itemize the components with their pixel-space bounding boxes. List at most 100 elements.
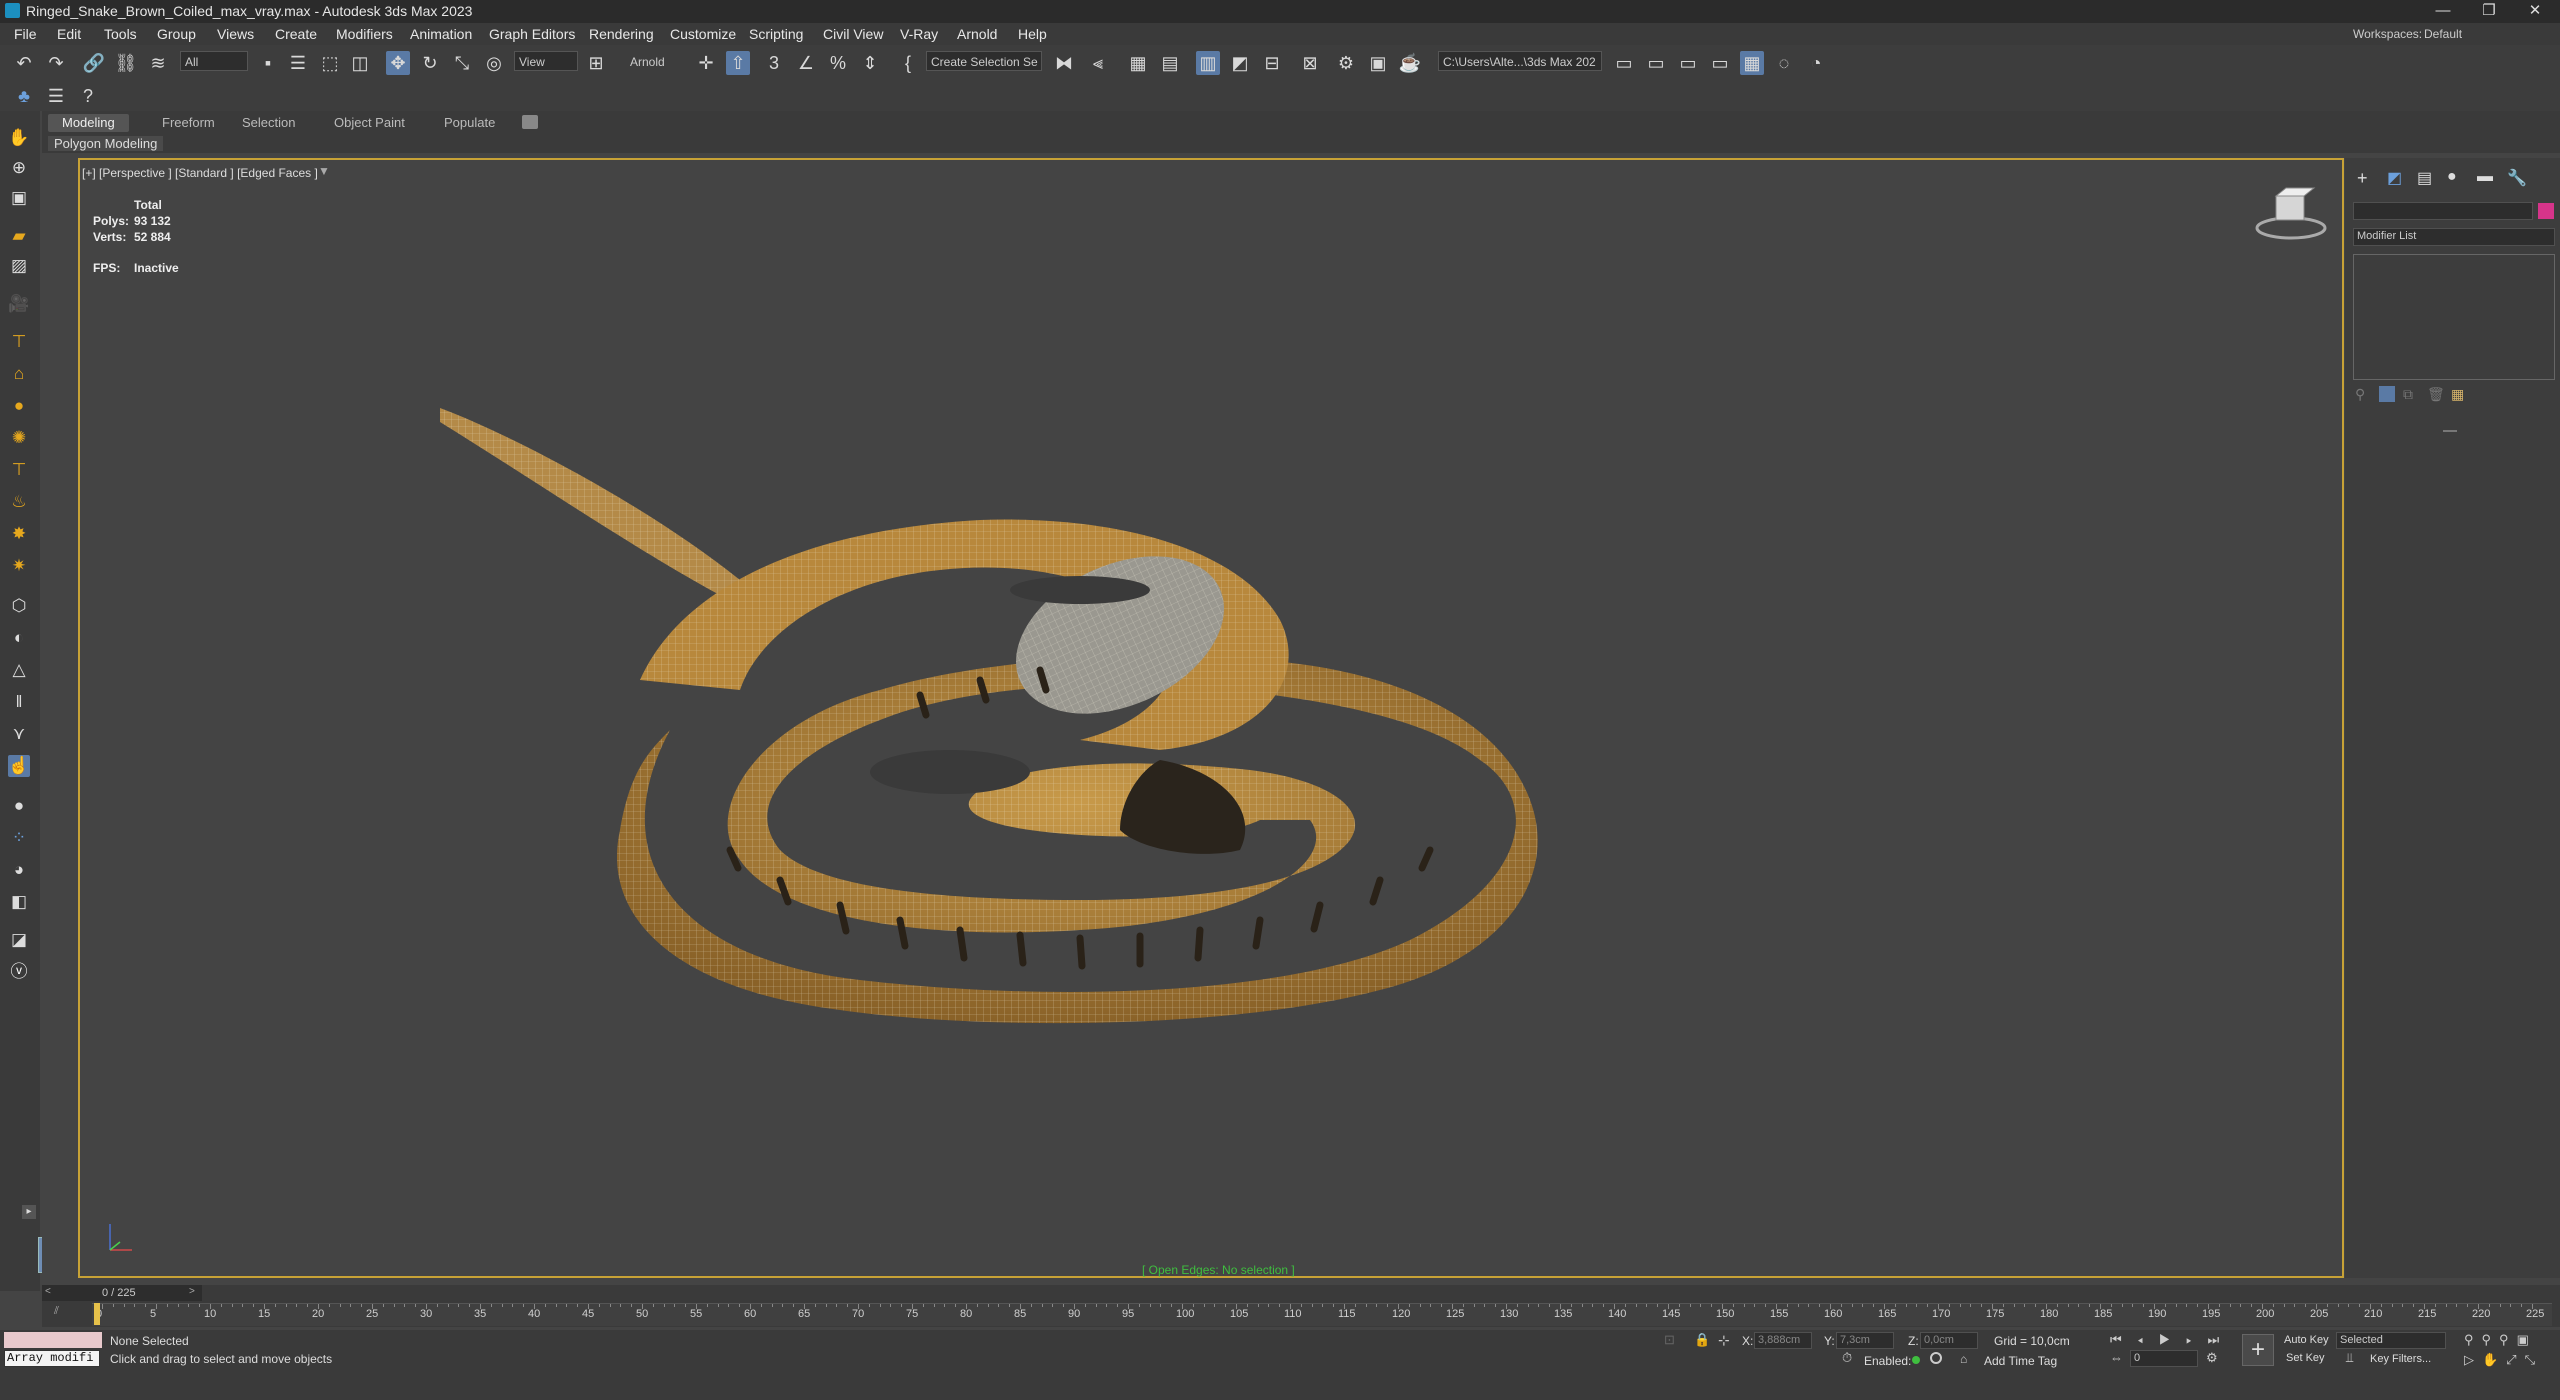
select-move-icon[interactable]: ✥ bbox=[386, 51, 410, 75]
omni-light-icon[interactable]: ⌂ bbox=[8, 363, 30, 385]
camera-icon[interactable]: 🎥 bbox=[8, 293, 30, 315]
tab-modeling[interactable]: Modeling bbox=[48, 114, 129, 132]
configure-sets-icon[interactable]: ▦ bbox=[2451, 386, 2464, 403]
keyboard-shortcut-override-icon[interactable]: ⇧ bbox=[726, 51, 750, 75]
bend-icon[interactable]: ▨ bbox=[8, 255, 30, 277]
select-object-icon[interactable]: ▪ bbox=[256, 51, 280, 75]
pin-stack-icon[interactable]: ⚲ bbox=[2355, 386, 2365, 403]
menu-views[interactable]: Views bbox=[217, 26, 254, 42]
viewport-label[interactable]: [+] [Perspective ] [Standard ] [Edged Fa… bbox=[82, 166, 318, 180]
menu-customize[interactable]: Customize bbox=[670, 26, 736, 42]
sky-icon[interactable]: ✷ bbox=[8, 555, 30, 577]
time-configuration-icon[interactable]: ⚙ bbox=[2206, 1350, 2218, 1366]
edit-named-selection-icon[interactable]: { bbox=[896, 51, 920, 75]
key-mode-dropdown[interactable]: Selected bbox=[2336, 1332, 2446, 1349]
maxscript-input[interactable]: Array modifi bbox=[4, 1350, 100, 1367]
save-project-icon[interactable]: ▭ bbox=[1676, 51, 1700, 75]
open-project-icon[interactable]: ▭ bbox=[1644, 51, 1668, 75]
fur-icon[interactable]: ⋎ bbox=[8, 723, 30, 745]
menu-file[interactable]: File bbox=[14, 26, 37, 42]
navigation-pan-icons[interactable]: ▷✋⤢⤡ bbox=[2464, 1352, 2543, 1368]
default-tangent-icon[interactable]: ⫫ bbox=[2346, 1350, 2353, 1366]
x-coordinate-field[interactable]: 3,888cm bbox=[1754, 1332, 1812, 1349]
object-name-field[interactable] bbox=[2353, 202, 2533, 220]
navigation-zoom-icons[interactable]: ⚲⚲⚲▣ bbox=[2464, 1332, 2537, 1348]
menu-modifiers[interactable]: Modifiers bbox=[336, 26, 393, 42]
close-button[interactable]: ✕ bbox=[2512, 0, 2558, 23]
panel-separator[interactable] bbox=[2443, 430, 2457, 432]
vray-toolbar-icon[interactable]: ◪ bbox=[8, 929, 30, 951]
menu-civil-view[interactable]: Civil View bbox=[823, 26, 883, 42]
bind-spacewarp-icon[interactable]: ≋ bbox=[146, 51, 170, 75]
modify-tab-icon[interactable]: ◩ bbox=[2387, 168, 2402, 188]
menu-tools[interactable]: Tools bbox=[104, 26, 137, 42]
set-key-button[interactable]: Set Key bbox=[2286, 1352, 2325, 1364]
boolean-icon[interactable]: ⊕ bbox=[8, 157, 30, 179]
menu-create[interactable]: Create bbox=[275, 26, 317, 42]
redo-icon[interactable]: ↷ bbox=[44, 51, 68, 75]
selection-filter-dropdown[interactable]: All bbox=[180, 51, 248, 71]
material-editor-icon[interactable]: ⊠ bbox=[1298, 51, 1322, 75]
utilities-tab-icon[interactable]: 🔧 bbox=[2507, 168, 2527, 188]
polygon-modeling-panel[interactable]: Polygon Modeling bbox=[48, 136, 164, 151]
menu-scripting[interactable]: Scripting bbox=[749, 26, 803, 42]
tab-selection[interactable]: Selection bbox=[228, 114, 309, 132]
named-selection-dropdown[interactable]: Create Selection Se bbox=[926, 51, 1042, 71]
playback-controls[interactable]: ⏮ ◂ ▶ ▸ ⏭ bbox=[2110, 1332, 2225, 1348]
key-mode-toggle-icon[interactable]: ⇔ bbox=[2110, 1350, 2123, 1365]
remove-modifier-icon[interactable]: 🗑 bbox=[2427, 386, 2445, 403]
dome-light-icon[interactable]: ✺ bbox=[8, 427, 30, 449]
help-icon[interactable]: ? bbox=[76, 84, 100, 108]
arnold-render-icon[interactable]: ◔ bbox=[1804, 51, 1828, 75]
unlink-icon[interactable]: ⛓ bbox=[114, 51, 138, 75]
reference-coord-dropdown[interactable]: View bbox=[514, 51, 578, 71]
maxscript-listener-top[interactable] bbox=[4, 1332, 102, 1348]
render-production-icon[interactable]: ☕ bbox=[1398, 51, 1422, 75]
render-element-icon[interactable]: ◕ bbox=[8, 859, 30, 881]
lock-selection-icon[interactable]: 🔒 bbox=[1694, 1332, 1710, 1348]
modifier-list-dropdown[interactable]: Modifier List bbox=[2353, 228, 2555, 246]
viewcube[interactable] bbox=[2255, 187, 2327, 240]
align-icon[interactable]: ⫷ bbox=[1086, 51, 1110, 75]
time-prev-arrow[interactable]: < bbox=[45, 1286, 51, 1297]
menu-group[interactable]: Group bbox=[157, 26, 196, 42]
tab-populate[interactable]: Populate bbox=[430, 114, 509, 132]
menu-toggle-icon[interactable]: ☰ bbox=[44, 84, 68, 108]
curve-editor-icon[interactable]: ◩ bbox=[1228, 51, 1252, 75]
select-by-name-icon[interactable]: ☰ bbox=[286, 51, 310, 75]
menu-help[interactable]: Help bbox=[1018, 26, 1047, 42]
absolute-mode-icon[interactable]: ⊹ bbox=[1718, 1332, 1730, 1349]
sign-in-icon[interactable]: ◌ bbox=[1772, 51, 1796, 75]
undo-icon[interactable]: ↶ bbox=[12, 51, 36, 75]
spinner-snap-icon[interactable]: ⇕ bbox=[858, 51, 882, 75]
set-key-big-icon[interactable]: + bbox=[2242, 1334, 2274, 1366]
menu-rendering[interactable]: Rendering bbox=[589, 26, 654, 42]
object-color-swatch[interactable] bbox=[2538, 203, 2554, 219]
current-frame-field[interactable]: 0 bbox=[2130, 1350, 2198, 1367]
spot-light-icon[interactable]: ⊤ bbox=[8, 459, 30, 481]
viewport-layout-icon[interactable]: ▦ bbox=[1740, 51, 1764, 75]
filter-icon[interactable]: ▼ bbox=[318, 164, 330, 178]
pivot-center-icon[interactable]: ⊞ bbox=[584, 51, 608, 75]
z-coordinate-field[interactable]: 0,0cm bbox=[1920, 1332, 1978, 1349]
scene-explorer-icon[interactable]: ▦ bbox=[1126, 51, 1150, 75]
tab-object-paint[interactable]: Object Paint bbox=[320, 114, 419, 132]
measure-icon[interactable]: △ bbox=[8, 659, 30, 681]
isolate-icon[interactable]: ⊡ bbox=[1664, 1332, 1675, 1348]
texture-icon[interactable]: ◧ bbox=[8, 891, 30, 913]
select-place-icon[interactable]: ◎ bbox=[482, 51, 506, 75]
select-rotate-icon[interactable]: ↻ bbox=[418, 51, 442, 75]
material-sphere-icon[interactable]: ● bbox=[8, 795, 30, 817]
hierarchy-tab-icon[interactable]: ▤ bbox=[2417, 168, 2432, 188]
modifier-icon[interactable]: ▰ bbox=[8, 225, 30, 247]
hand-icon[interactable]: ☝ bbox=[8, 755, 30, 777]
time-next-arrow[interactable]: > bbox=[189, 1286, 195, 1297]
sun-icon[interactable]: ✸ bbox=[8, 523, 30, 545]
ruler-icon[interactable]: ‖ bbox=[8, 691, 30, 713]
display-tab-icon[interactable]: ▬ bbox=[2477, 168, 2493, 186]
motion-tab-icon[interactable]: ● bbox=[2447, 168, 2457, 186]
percent-snap-icon[interactable]: % bbox=[826, 51, 850, 75]
schematic-view-icon[interactable]: ⊟ bbox=[1260, 51, 1284, 75]
snake-model[interactable] bbox=[440, 408, 1538, 1024]
show-end-result-icon[interactable] bbox=[2379, 386, 2395, 402]
